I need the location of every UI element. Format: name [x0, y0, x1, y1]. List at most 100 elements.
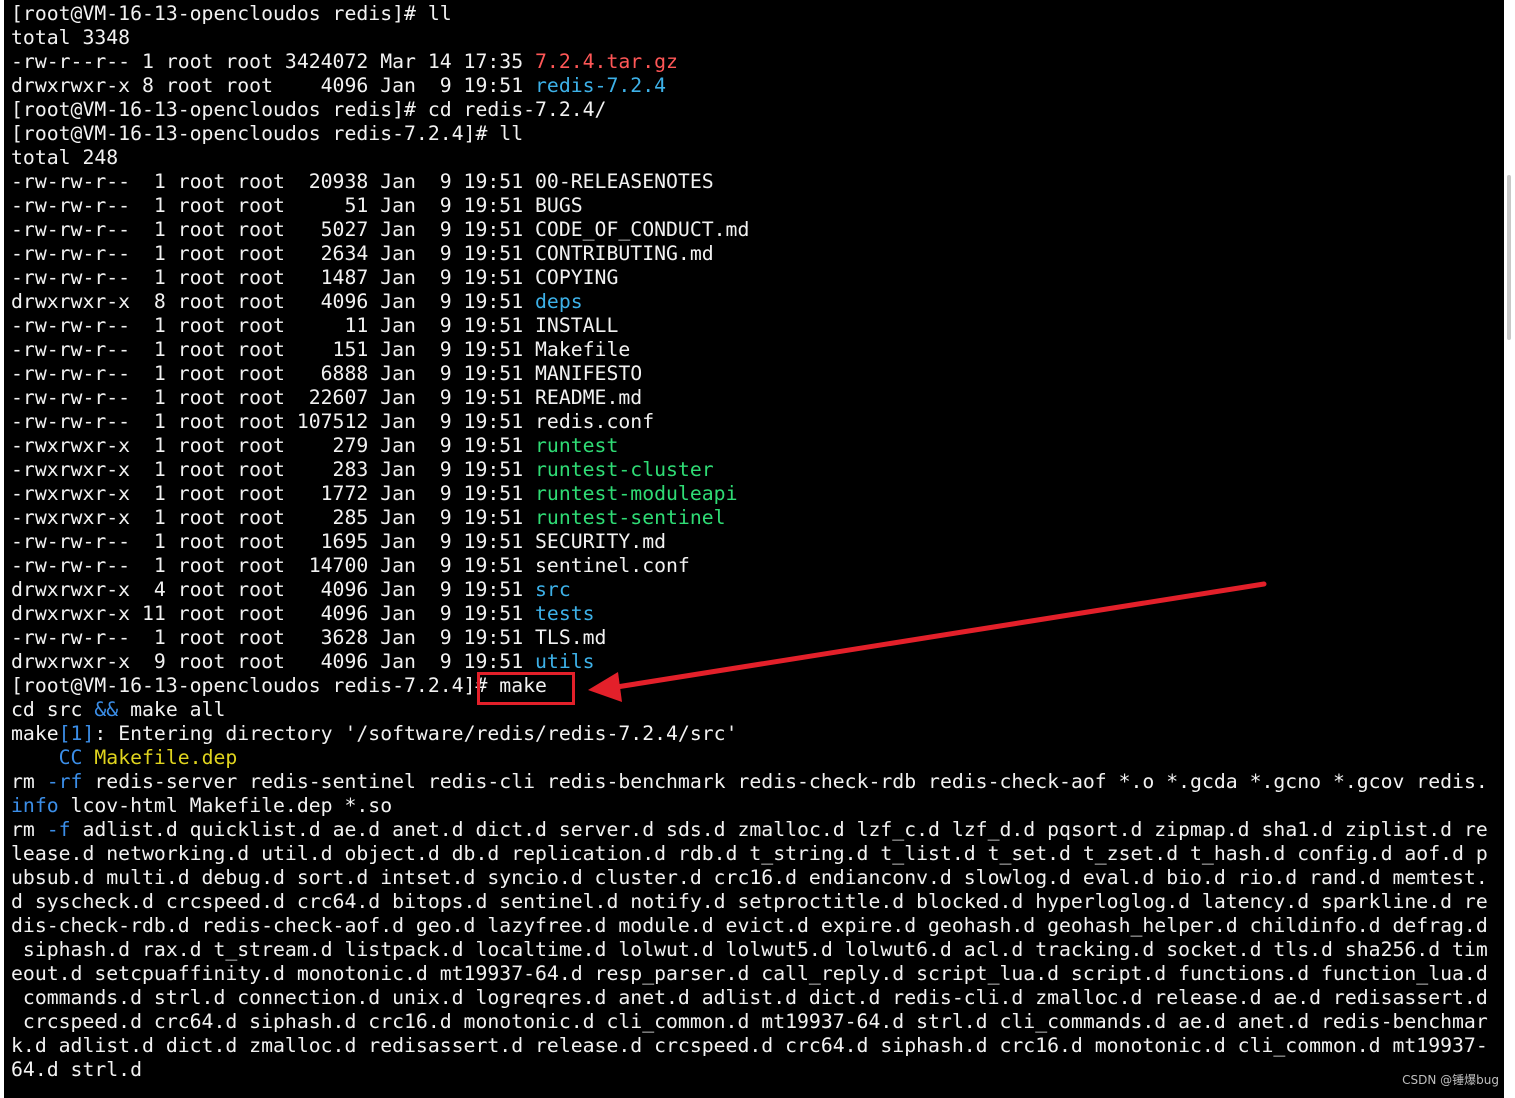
terminal-text-dir: redis-7.2.4 — [535, 74, 667, 97]
terminal-text: -rwxrwxr-x 1 root root 279 Jan 9 19:51 — [11, 434, 536, 457]
terminal-line: [root@VM-16-13-opencloudos redis]# ll — [11, 2, 1488, 26]
terminal-text: make all — [118, 698, 226, 721]
scrollbar-thumb[interactable] — [1507, 175, 1511, 340]
terminal-text: crcspeed.d crc64.d siphash.d crc16.d mon… — [11, 1010, 1488, 1033]
make-command-highlight-box — [477, 672, 575, 705]
terminal-line: -rw-rw-r-- 1 root root 11 Jan 9 19:51 IN… — [11, 314, 1488, 338]
terminal-line: -rw-rw-r-- 1 root root 1695 Jan 9 19:51 … — [11, 530, 1488, 554]
terminal-line: lease.d networking.d util.d object.d db.… — [11, 842, 1488, 866]
terminal-text: drwxrwxr-x 8 root root 4096 Jan 9 19:51 — [11, 74, 536, 97]
terminal-line: commands.d strl.d connection.d unix.d lo… — [11, 986, 1488, 1010]
terminal-line: -rw-rw-r-- 1 root root 5027 Jan 9 19:51 … — [11, 218, 1488, 242]
terminal-line: rm -rf redis-server redis-sentinel redis… — [11, 770, 1488, 794]
terminal-text-cyan: && — [94, 698, 119, 721]
terminal-text: 64.d strl.d — [11, 1058, 143, 1081]
terminal-line: drwxrwxr-x 4 root root 4096 Jan 9 19:51 … — [11, 578, 1488, 602]
terminal-text: make — [11, 722, 59, 745]
terminal-text: -rw-rw-r-- 1 root root 22607 Jan 9 19:51… — [11, 386, 643, 409]
terminal-line: drwxrwxr-x 9 root root 4096 Jan 9 19:51 … — [11, 650, 1488, 674]
terminal-line: -rwxrwxr-x 1 root root 285 Jan 9 19:51 r… — [11, 506, 1488, 530]
terminal-line: -rw-rw-r-- 1 root root 151 Jan 9 19:51 M… — [11, 338, 1488, 362]
terminal-text-exec: runtest-sentinel — [535, 506, 726, 529]
terminal-text-exec: runtest-cluster — [535, 458, 714, 481]
terminal-line: [root@VM-16-13-opencloudos redis]# cd re… — [11, 98, 1488, 122]
terminal-text: -rw-rw-r-- 1 root root 11 Jan 9 19:51 IN… — [11, 314, 619, 337]
terminal-line: -rw-rw-r-- 1 root root 51 Jan 9 19:51 BU… — [11, 194, 1488, 218]
terminal-text: -rw-rw-r-- 1 root root 5027 Jan 9 19:51 … — [11, 218, 750, 241]
terminal-text: drwxrwxr-x 11 root root 4096 Jan 9 19:51 — [11, 602, 536, 625]
csdn-watermark: CSDN @锤爆bug — [1402, 1073, 1499, 1087]
terminal-line: eout.d setcpuaffinity.d monotonic.d mt19… — [11, 962, 1488, 986]
terminal-line: -rwxrwxr-x 1 root root 279 Jan 9 19:51 r… — [11, 434, 1488, 458]
terminal-text: [root@VM-16-13-opencloudos redis-7.2.4]#… — [11, 122, 524, 145]
terminal-output: [root@VM-16-13-opencloudos redis]# ll tot… — [11, 2, 1488, 1082]
terminal-line: dis-check-rdb.d redis-check-aof.d geo.d … — [11, 914, 1488, 938]
terminal-text: [root@VM-16-13-opencloudos redis]# cd re… — [11, 98, 607, 121]
terminal-text: [root@VM-16-13-opencloudos redis-7.2.4]#… — [11, 674, 547, 697]
terminal-text-dir: utils — [535, 650, 595, 673]
terminal-text: k.d adlist.d dict.d zmalloc.d redisasser… — [11, 1034, 1488, 1057]
terminal-line: d syscheck.d crcspeed.d crc64.d bitops.d… — [11, 890, 1488, 914]
terminal-line: ubsub.d multi.d debug.d sort.d intset.d … — [11, 866, 1488, 890]
terminal-line: -rw-rw-r-- 1 root root 3628 Jan 9 19:51 … — [11, 626, 1488, 650]
terminal-text: dis-check-rdb.d redis-check-aof.d geo.d … — [11, 914, 1488, 937]
terminal-text: -rw-rw-r-- 1 root root 3628 Jan 9 19:51 … — [11, 626, 607, 649]
terminal-text-cyan: info — [11, 794, 59, 817]
terminal-text: -rw-rw-r-- 1 root root 6888 Jan 9 19:51 … — [11, 362, 643, 385]
vertical-scrollbar[interactable] — [1504, 0, 1515, 1098]
terminal-line: -rw-rw-r-- 1 root root 14700 Jan 9 19:51… — [11, 554, 1488, 578]
terminal-text: siphash.d rax.d t_stream.d listpack.d lo… — [11, 938, 1488, 961]
terminal-line: k.d adlist.d dict.d zmalloc.d redisasser… — [11, 1034, 1488, 1058]
terminal-text: lease.d networking.d util.d object.d db.… — [11, 842, 1488, 865]
terminal-text-dir: src — [535, 578, 571, 601]
terminal-text-dir: deps — [535, 290, 583, 313]
terminal-text: eout.d setcpuaffinity.d monotonic.d mt19… — [11, 962, 1488, 985]
terminal-text: commands.d strl.d connection.d unix.d lo… — [11, 986, 1488, 1009]
terminal-text: -rw-rw-r-- 1 root root 1487 Jan 9 19:51 … — [11, 266, 619, 289]
terminal-line: -rw-rw-r-- 1 root root 20938 Jan 9 19:51… — [11, 170, 1488, 194]
terminal-text: -rwxrwxr-x 1 root root 283 Jan 9 19:51 — [11, 458, 536, 481]
terminal-text: -rwxrwxr-x 1 root root 1772 Jan 9 19:51 — [11, 482, 536, 505]
terminal-line: total 248 — [11, 146, 1488, 170]
terminal-line: -rw-rw-r-- 1 root root 2634 Jan 9 19:51 … — [11, 242, 1488, 266]
terminal-line: -rw-rw-r-- 1 root root 107512 Jan 9 19:5… — [11, 410, 1488, 434]
terminal-line: rm -f adlist.d quicklist.d ae.d anet.d d… — [11, 818, 1488, 842]
terminal-line: cd src && make all — [11, 698, 1488, 722]
terminal-text: -rw-rw-r-- 1 root root 151 Jan 9 19:51 M… — [11, 338, 631, 361]
terminal-window[interactable]: [root@VM-16-13-opencloudos redis]# ll tot… — [4, 0, 1504, 1098]
terminal-line: -rw-r--r-- 1 root root 3424072 Mar 14 17… — [11, 50, 1488, 74]
terminal-line: make[1]: Entering directory '/software/r… — [11, 722, 1488, 746]
terminal-line: total 3348 — [11, 26, 1488, 50]
terminal-line: 64.d strl.d — [11, 1058, 1488, 1082]
terminal-text: : Entering directory '/software/redis/re… — [94, 722, 738, 745]
terminal-text: drwxrwxr-x 4 root root 4096 Jan 9 19:51 — [11, 578, 536, 601]
terminal-text-cyan: CC — [58, 746, 83, 769]
terminal-text-exec: runtest — [535, 434, 619, 457]
terminal-text: -rw-rw-r-- 1 root root 2634 Jan 9 19:51 … — [11, 242, 714, 265]
terminal-text-cc: Makefile.dep — [94, 746, 238, 769]
terminal-text: -rwxrwxr-x 1 root root 285 Jan 9 19:51 — [11, 506, 536, 529]
terminal-text: -rw-rw-r-- 1 root root 51 Jan 9 19:51 BU… — [11, 194, 583, 217]
terminal-text: lcov-html Makefile.dep *.so — [58, 794, 393, 817]
terminal-line: drwxrwxr-x 8 root root 4096 Jan 9 19:51 … — [11, 74, 1488, 98]
terminal-line: [root@VM-16-13-opencloudos redis-7.2.4]#… — [11, 674, 1488, 698]
terminal-line: CC Makefile.dep — [11, 746, 1488, 770]
terminal-text: adlist.d quicklist.d ae.d anet.d dict.d … — [70, 818, 1488, 841]
terminal-line: [root@VM-16-13-opencloudos redis-7.2.4]#… — [11, 122, 1488, 146]
terminal-line: drwxrwxr-x 8 root root 4096 Jan 9 19:51 … — [11, 290, 1488, 314]
terminal-text: total 3348 — [11, 26, 131, 49]
terminal-text: cd src — [11, 698, 95, 721]
terminal-text: ubsub.d multi.d debug.d sort.d intset.d … — [11, 866, 1488, 889]
terminal-text: -rw-rw-r-- 1 root root 20938 Jan 9 19:51… — [11, 170, 714, 193]
terminal-text: redis-server redis-sentinel redis-cli re… — [82, 770, 1488, 793]
terminal-text: total 248 — [11, 146, 119, 169]
terminal-text-archive: 7.2.4.tar.gz — [535, 50, 678, 73]
terminal-text: -rw-rw-r-- 1 root root 14700 Jan 9 19:51… — [11, 554, 690, 577]
terminal-text: d syscheck.d crcspeed.d crc64.d bitops.d… — [11, 890, 1488, 913]
terminal-line: siphash.d rax.d t_stream.d listpack.d lo… — [11, 938, 1488, 962]
terminal-text-exec: runtest-moduleapi — [535, 482, 738, 505]
terminal-text-cyan: [1] — [58, 722, 95, 745]
terminal-text-cyan: -f — [46, 818, 71, 841]
